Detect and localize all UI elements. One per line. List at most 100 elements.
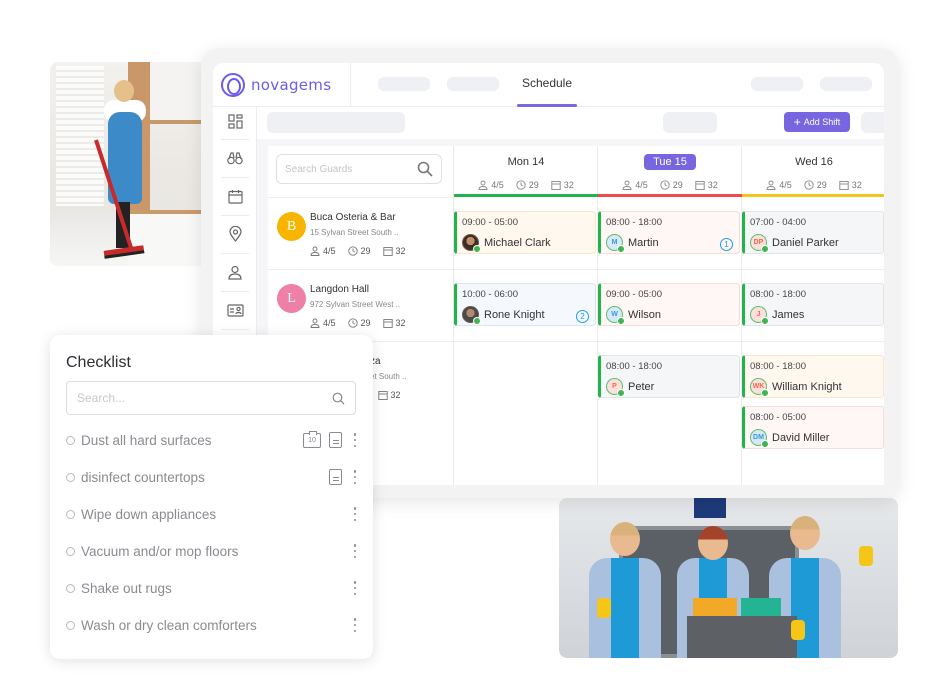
more-options-icon[interactable] [350,617,360,633]
dashboard-icon[interactable] [221,107,249,135]
toolbar-button-placeholder[interactable] [663,112,717,133]
verified-icon [617,245,625,253]
site-name: Buca Osteria & Bar [310,212,396,223]
woman-sweeping-kitchen-photo [50,62,220,266]
shift-card[interactable]: 08:00 - 05:00 DM David Miller [742,406,884,449]
day-header[interactable]: Mon 14 4/5 29 32 [454,146,598,197]
checklist-radio[interactable] [66,509,75,519]
site-avatar: L [277,284,306,313]
day-status-bar [742,194,884,197]
calendar-icon[interactable] [221,182,249,210]
calendar-icon [695,181,705,190]
search-guards-input[interactable] [285,163,417,175]
clock-icon [347,318,358,328]
brand-name: novagems [251,76,332,94]
count-badge[interactable]: 1 [720,238,733,251]
hours-count: 29 [360,246,371,256]
add-shift-button[interactable]: + Add Shift [784,112,850,132]
guard-name: David Miller [772,431,830,444]
site-row[interactable]: B Buca Osteria & Bar 15 Sylvan Street So… [268,197,454,269]
guard-avatar: WK [750,378,769,397]
guards-icon [310,318,320,328]
shift-card[interactable]: 08:00 - 18:00 J James [742,283,884,326]
site-name: Langdon Hall [310,284,369,295]
checklist-item[interactable]: Dust all hard surfaces 10 [66,428,360,452]
id-card-icon[interactable] [221,296,249,324]
document-icon[interactable] [329,432,342,448]
nav-tab-placeholder[interactable] [447,77,499,91]
location-pin-icon[interactable] [221,220,249,248]
tab-schedule[interactable]: Schedule [517,76,577,90]
checklist-radio[interactable] [66,583,75,593]
checklist-item[interactable]: disinfect countertops [66,465,360,489]
checklist-radio[interactable] [66,546,75,556]
guard-avatar: DP [750,234,769,253]
shift-card[interactable]: 08:00 - 18:00 P Peter [598,355,740,398]
day-header[interactable]: Tue 15 4/5 29 32 [598,146,742,197]
guards-icon [310,246,320,256]
checklist-radio[interactable] [66,435,75,445]
binoculars-icon[interactable] [221,144,249,172]
checklist-item[interactable]: Wipe down appliances [66,502,360,526]
shifts-count: 32 [390,390,401,400]
more-options-icon[interactable] [350,543,360,559]
verified-icon [473,245,481,253]
brand-logo[interactable]: novagems [221,73,331,97]
shift-card[interactable]: 08:00 - 18:00 M Martin 1 [598,211,740,254]
shift-card[interactable]: 10:00 - 06:00 Rone Knight 2 [454,283,596,326]
day-label-today: Tue 15 [598,154,742,170]
guard-avatar [462,234,481,253]
checklist-radio[interactable] [66,472,75,482]
plus-icon: + [793,115,801,129]
checklist-search-field[interactable] [66,381,356,415]
checklist-item-label: Wipe down appliances [81,506,217,522]
toolbar-button-placeholder[interactable] [861,112,884,133]
shift-card[interactable]: 09:00 - 05:00 Michael Clark [454,211,596,254]
clock-icon [347,246,358,256]
checklist-item[interactable]: Vacuum and/or mop floors [66,539,360,563]
more-options-icon[interactable] [350,432,360,448]
header-action-placeholder[interactable] [751,77,803,91]
calendar-icon [551,181,561,190]
clock-icon [660,180,670,190]
checklist-item[interactable]: Shake out rugs [66,576,360,600]
checklist-item-label: Dust all hard surfaces [81,432,212,448]
guard-name: Wilson [628,308,662,321]
shift-card[interactable]: 09:00 - 05:00 W Wilson [598,283,740,326]
checklist-item[interactable]: Wash or dry clean comforters [66,613,360,637]
shift-card[interactable]: 07:00 - 04:00 DP Daniel Parker [742,211,884,254]
photo-count-icon[interactable]: 10 [303,430,321,448]
day-status-bar [454,194,598,197]
document-icon[interactable] [329,469,342,485]
header-action-placeholder[interactable] [820,77,872,91]
site-avatar: B [277,212,306,241]
top-bar: novagems Schedule [213,63,884,107]
guard-name: William Knight [772,380,842,393]
nav-tab-placeholder[interactable] [378,77,430,91]
guards-count: 4/5 [323,246,336,256]
count-badge[interactable]: 2 [576,310,589,323]
checklist-search-input[interactable] [77,391,332,405]
toolbar: + Add Shift [257,107,884,139]
guard-avatar: J [750,306,769,325]
checklist-title: Checklist [66,354,131,371]
day-label: Mon 14 [507,156,545,168]
filter-placeholder[interactable] [267,112,405,133]
search-icon[interactable] [332,392,345,405]
checklist-radio[interactable] [66,620,75,630]
more-options-icon[interactable] [350,580,360,596]
site-row[interactable]: L Langdon Hall 972 Sylvan Street West ..… [268,269,454,341]
guards-icon [622,180,632,190]
verified-icon [761,440,769,448]
search-guards-field[interactable] [276,154,442,184]
verified-icon [473,317,481,325]
checklist-item-label: Wash or dry clean comforters [81,617,257,633]
more-options-icon[interactable] [350,469,360,485]
day-header[interactable]: Wed 16 4/5 29 32 [742,146,884,197]
user-icon[interactable] [221,258,249,286]
shift-card[interactable]: 08:00 - 18:00 WK William Knight [742,355,884,398]
guards-count: 4/5 [323,318,336,328]
more-options-icon[interactable] [350,506,360,522]
search-icon[interactable] [417,161,433,177]
checklist-card: Checklist Dust all hard surfaces 10 disi… [50,335,373,659]
